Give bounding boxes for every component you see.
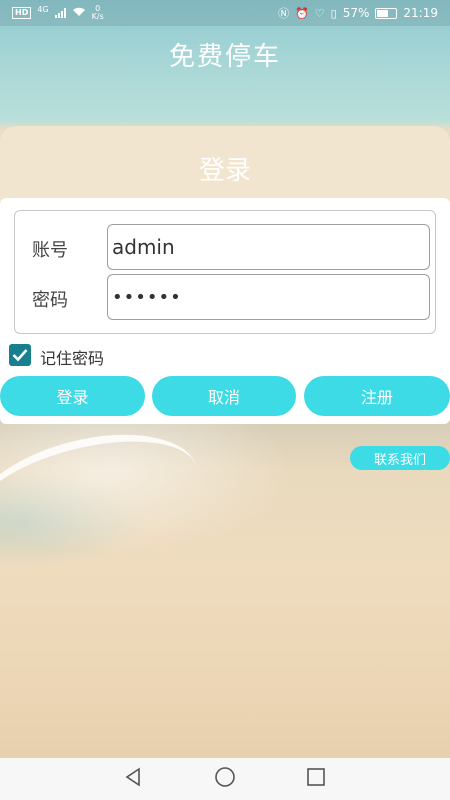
status-right: Ⓝ ⏰ ♡ ▯ 57% 21:19 bbox=[278, 5, 438, 21]
status-bar: HD 4G 0 K/s Ⓝ ⏰ ♡ ▯ 57% 21:19 bbox=[0, 0, 450, 26]
login-card-title: 登录 bbox=[198, 156, 251, 186]
hd-badge: HD bbox=[12, 7, 32, 19]
system-nav-bar bbox=[0, 758, 450, 800]
network-speed: 0 K/s bbox=[92, 5, 104, 21]
password-input[interactable]: •••••• bbox=[107, 274, 430, 320]
nfc-icon: Ⓝ bbox=[278, 7, 290, 20]
vibrate-icon: ▯ bbox=[330, 6, 337, 20]
location-icon: ♡ bbox=[314, 6, 325, 20]
status-left: HD 4G 0 K/s bbox=[12, 5, 104, 21]
clock: 21:19 bbox=[403, 6, 438, 20]
login-button[interactable]: 登录 bbox=[0, 376, 145, 416]
back-triangle-icon[interactable] bbox=[124, 767, 144, 791]
register-button[interactable]: 注册 bbox=[304, 376, 450, 416]
wifi-icon bbox=[72, 6, 86, 20]
account-input[interactable]: admin bbox=[107, 224, 430, 270]
battery-percent: 57% bbox=[342, 6, 370, 20]
account-label: 账号 bbox=[32, 240, 68, 261]
recent-square-icon[interactable] bbox=[306, 767, 326, 791]
network-type: 4G bbox=[37, 5, 49, 14]
home-circle-icon[interactable] bbox=[214, 766, 236, 792]
app-title: 免费停车 bbox=[168, 42, 281, 72]
signal-icon bbox=[54, 8, 66, 18]
contact-us-button[interactable]: 联系我们 bbox=[350, 446, 450, 470]
alarm-icon: ⏰ bbox=[295, 6, 309, 20]
check-icon bbox=[12, 349, 28, 362]
remember-password-label[interactable]: 记住密码 bbox=[40, 345, 104, 369]
speed-unit: K/s bbox=[91, 12, 104, 21]
cancel-button[interactable]: 取消 bbox=[152, 376, 296, 416]
password-label: 密码 bbox=[32, 290, 68, 311]
battery-icon bbox=[375, 7, 398, 19]
remember-password-checkbox[interactable] bbox=[9, 344, 31, 366]
